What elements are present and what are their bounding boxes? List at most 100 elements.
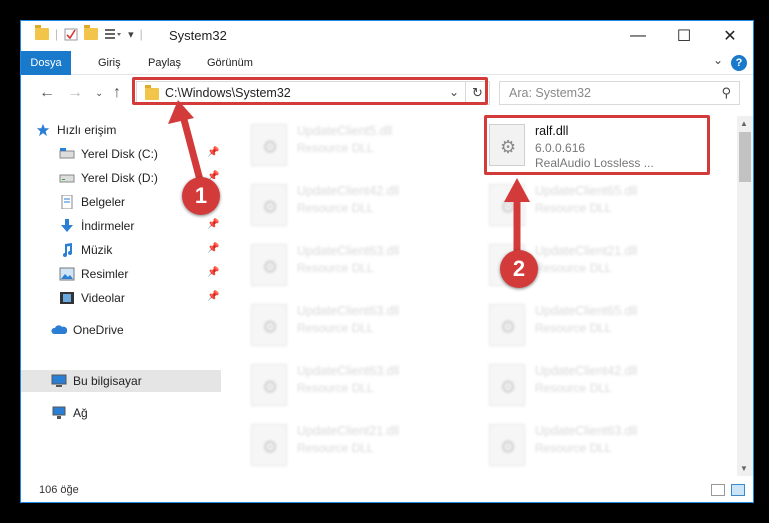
search-placeholder: Ara: System32 [509,86,591,100]
sidebar-item-documents[interactable]: Belgeler [59,191,125,213]
window-title: System32 [169,28,227,43]
file-name: UpdateClient5.dll [297,124,393,138]
recent-dropdown-icon[interactable]: ⌄ [95,88,103,99]
help-button[interactable]: ? [731,55,747,71]
file-type: Resource DLL [297,321,374,335]
file-item[interactable]: ⚙ UpdateClient21.dll Resource DLL [243,421,463,469]
window-controls: — ☐ ✕ [615,21,753,51]
network-icon [52,406,66,419]
file-name: UpdateClient63.dll [297,304,400,318]
file-item[interactable]: ⚙ UpdateClient63.dll Resource DLL [243,301,463,349]
sidebar-item-label: Bu bilgisayar [73,374,142,388]
ribbon: Dosya Giriş Paylaş Görünüm ⌄ ? [21,51,753,75]
pin-icon[interactable]: 📌 [207,291,219,302]
sidebar-item-label: Belgeler [81,195,126,209]
sidebar-item-music[interactable]: Müzik [59,239,112,261]
file-type: Resource DLL [535,321,612,335]
quick-access-toolbar: | ▾ | [35,25,143,41]
file-item[interactable]: ⚙ UpdateClient42.dll Resource DLL [481,361,701,409]
sidebar-item-downloads[interactable]: İndirmeler [59,215,134,237]
file-item[interactable]: ⚙ UpdateClient63.dll Resource DLL [481,421,701,469]
dll-file-icon: ⚙ [251,124,287,166]
file-name: UpdateClient65.dll [535,304,638,318]
tab-view[interactable]: Görünüm [207,51,253,75]
search-input[interactable]: Ara: System32 ⚲ [499,81,740,105]
scroll-down-icon[interactable]: ▼ [740,464,748,473]
details-view-icon[interactable] [711,484,725,496]
file-name: UpdateClient21.dll [297,424,400,438]
dll-file-icon: ⚙ [251,184,287,226]
file-type: Resource DLL [297,261,374,275]
file-item[interactable]: ⚙ UpdateClient63.dll Resource DLL [243,361,463,409]
status-bar: 106 öğe [21,480,753,502]
pin-icon[interactable]: 📌 [207,219,219,230]
dll-file-icon: ⚙ [251,304,287,346]
close-button[interactable]: ✕ [707,21,753,51]
sidebar-item-network[interactable]: Ağ [51,402,88,424]
minimize-button[interactable]: — [615,21,661,51]
file-name: UpdateClient63.dll [297,364,400,378]
file-name: UpdateClient63.dll [535,424,638,438]
videos-icon [60,292,74,304]
pin-icon[interactable]: 📌 [207,267,219,278]
properties-icon[interactable] [64,27,78,41]
dll-file-icon: ⚙ [251,424,287,466]
music-icon [63,243,72,257]
dll-file-icon: ⚙ [251,244,287,286]
download-icon [61,219,73,232]
pin-icon[interactable]: 📌 [207,147,219,158]
file-type: Resource DLL [535,441,612,455]
file-item[interactable]: ⚙ UpdateClient63.dll Resource DLL [243,241,463,289]
navigation-pane: Hızlı erişim Yerel Disk (C:) 📌 Yerel Dis… [21,116,221,471]
sidebar-item-pictures[interactable]: Resimler [59,263,128,285]
sidebar-item-disk-c[interactable]: Yerel Disk (C:) [59,143,158,165]
sidebar-item-videos[interactable]: Videolar [59,287,125,309]
file-name: UpdateClient42.dll [535,364,638,378]
sidebar-item-quick-access[interactable]: Hızlı erişim [35,119,116,141]
file-type: Resource DLL [297,381,374,395]
dll-file-icon: ⚙ [489,424,525,466]
sidebar-item-onedrive[interactable]: OneDrive [51,319,124,341]
file-item[interactable]: ⚙ UpdateClient42.dll Resource DLL [243,181,463,229]
tab-home[interactable]: Giriş [98,51,121,75]
view-switcher [711,484,745,496]
scroll-up-icon[interactable]: ▲ [740,119,748,128]
forward-arrow-icon[interactable]: → [67,84,83,102]
toolbar-dropdown-icon[interactable]: ▾ [128,28,134,41]
vertical-scrollbar[interactable]: ▲ ▼ [737,116,753,476]
file-item[interactable]: ⚙ UpdateClient65.dll Resource DLL [481,301,701,349]
cloud-icon [51,325,67,334]
step-1-badge: 1 [182,177,220,215]
sidebar-item-label: OneDrive [73,323,124,337]
drive-icon [59,174,75,183]
file-item[interactable]: ⚙ UpdateClient5.dll Resource DLL [243,121,463,169]
sidebar-item-label: Ağ [73,406,88,420]
back-arrow-icon[interactable]: ← [39,84,55,102]
tab-share[interactable]: Paylaş [148,51,181,75]
tiles-view-icon[interactable] [731,484,745,496]
file-type: Resource DLL [535,201,612,215]
search-icon[interactable]: ⚲ [721,85,731,101]
step-2-badge: 2 [500,250,538,288]
address-bar-highlight [132,77,488,105]
file-item[interactable]: ⚙ UpdateClient65.dll Resource DLL [481,181,701,229]
sidebar-item-disk-d[interactable]: Yerel Disk (D:) [59,167,158,189]
sidebar-item-label: Videolar [81,291,125,305]
pin-icon[interactable]: 📌 [207,243,219,254]
file-name: UpdateClient21.dll [535,244,638,258]
customize-toolbar-icon[interactable] [104,27,122,41]
sidebar-item-label: Yerel Disk (D:) [81,171,158,185]
ribbon-expand-icon[interactable]: ⌄ [713,53,723,67]
sidebar-item-label: Resimler [81,267,129,281]
dll-file-icon: ⚙ [489,364,525,406]
tab-file[interactable]: Dosya [21,51,71,75]
title-bar: | ▾ | System32 — ☐ ✕ [21,21,753,51]
maximize-button[interactable]: ☐ [661,21,707,51]
file-name: UpdateClient42.dll [297,184,400,198]
up-arrow-icon[interactable]: ↑ [113,84,121,102]
scrollbar-thumb[interactable] [739,132,751,182]
sidebar-item-this-pc[interactable]: Bu bilgisayar [21,370,221,392]
folder-icon [35,25,49,40]
drive-icon [59,148,75,159]
new-folder-icon[interactable] [84,25,99,40]
